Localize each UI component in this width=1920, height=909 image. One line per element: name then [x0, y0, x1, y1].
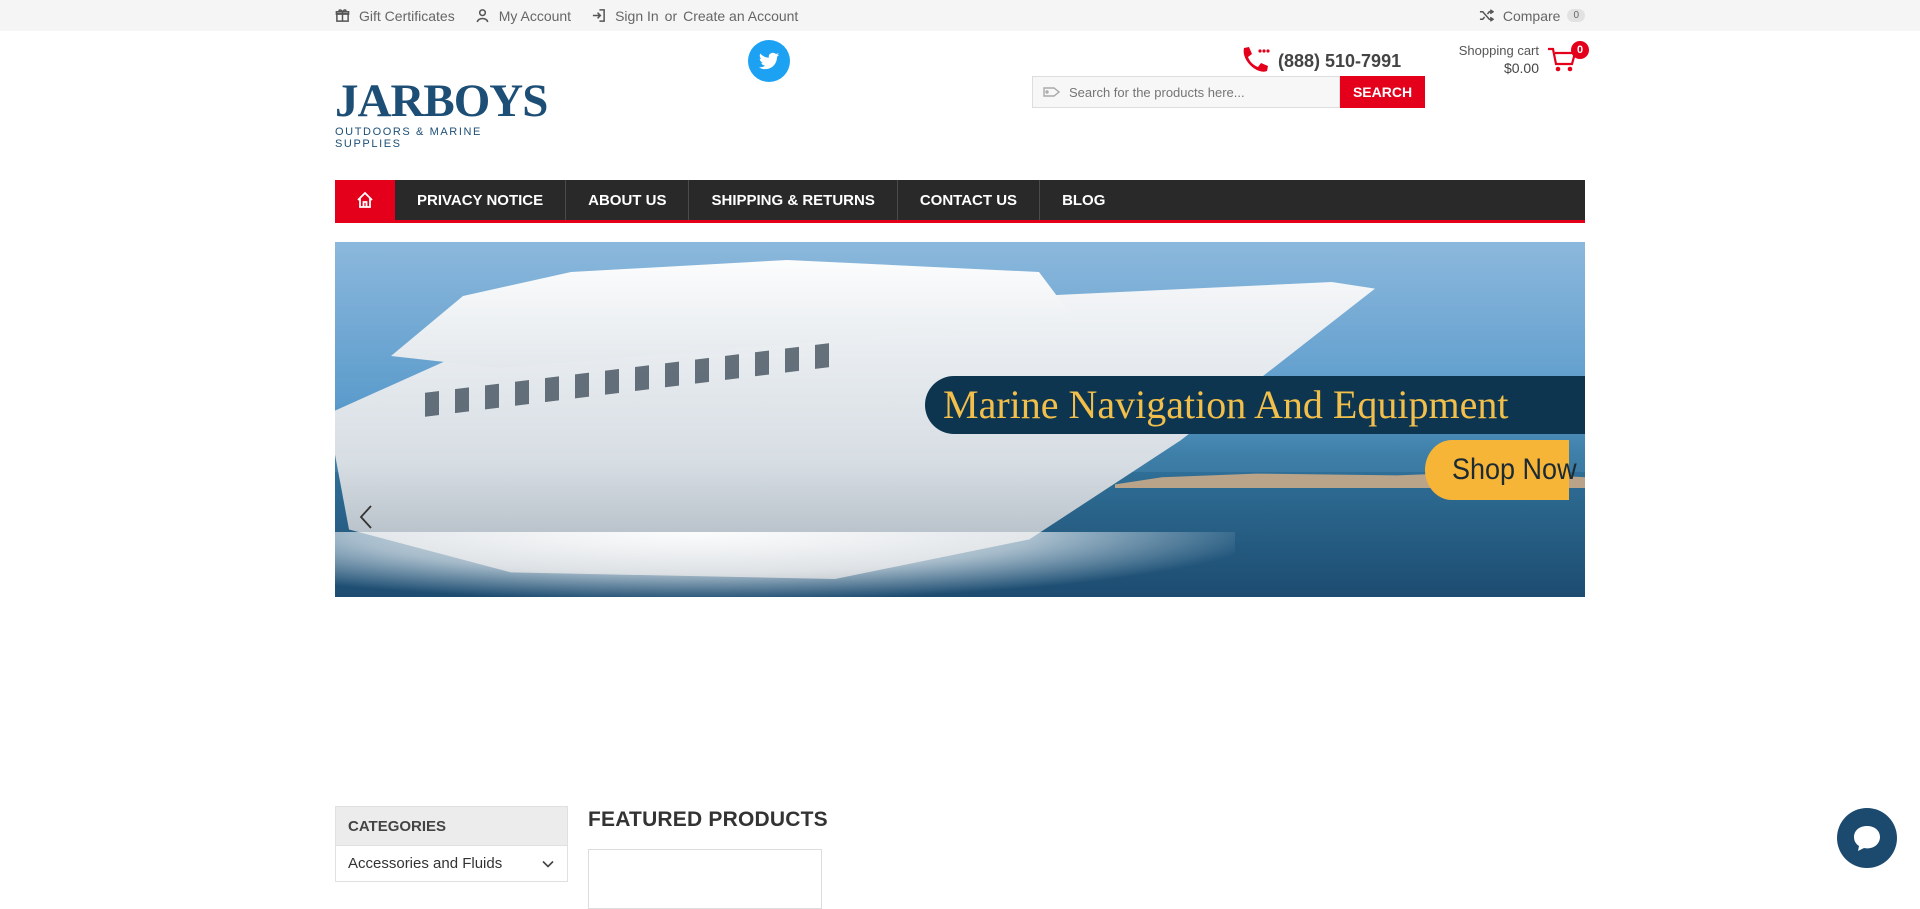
categories-heading: CATEGORIES [335, 806, 568, 846]
my-account-link[interactable]: My Account [475, 8, 571, 24]
gift-icon [335, 9, 350, 22]
phone-contact[interactable]: (888) 510-7991 [1238, 45, 1401, 77]
twitter-link[interactable] [748, 40, 790, 82]
twitter-icon [758, 52, 780, 70]
nav-item-blog[interactable]: BLOG [1040, 180, 1127, 220]
nav-item-contact-us[interactable]: CONTACT US [898, 180, 1041, 220]
logo-wordmark: JARBOYS [335, 75, 548, 127]
gift-certificates-label: Gift Certificates [359, 7, 455, 24]
search-input[interactable] [1069, 84, 1329, 100]
nav-home-button[interactable] [335, 180, 395, 220]
sign-in-group: Sign In or Create an Account [591, 8, 798, 24]
tag-icon [1043, 87, 1060, 97]
cart-total: $0.00 [1503, 60, 1539, 76]
user-icon [476, 9, 489, 23]
create-account-link[interactable]: Create an Account [683, 8, 798, 24]
product-card[interactable] [588, 849, 822, 909]
sign-in-icon [592, 9, 605, 22]
slider-prev-button[interactable] [357, 504, 377, 530]
banner-headline: Marine Navigation And Equipment [925, 376, 1585, 434]
nav-item-about-us[interactable]: ABOUT US [566, 180, 690, 220]
chat-bubble-icon [1854, 826, 1880, 851]
compare-link[interactable]: Compare 0 [1479, 0, 1585, 31]
banner-shop-now-button[interactable]: Shop Now [1425, 440, 1577, 500]
phone-icon [1243, 47, 1270, 72]
chevron-left-icon [359, 505, 372, 529]
my-account-label: My Account [498, 7, 572, 24]
banner-water-spray [335, 532, 1235, 597]
category-item-label: Accessories and Fluids [348, 855, 503, 872]
gift-certificates-link[interactable]: Gift Certificates [335, 8, 455, 24]
top-utility-bar-inner: Gift Certificates My Account Sign In or … [335, 0, 1585, 31]
search-button[interactable]: SEARCH [1340, 76, 1425, 108]
shuffle-icon [1479, 9, 1494, 22]
cart-count-badge: 0 [1571, 41, 1589, 59]
hero-banner-slider[interactable]: Marine Navigation And Equipment Shop Now [335, 242, 1585, 597]
compare-count-badge: 0 [1567, 9, 1585, 22]
categories-sidebar: CATEGORIES Accessories and Fluids [335, 806, 568, 882]
featured-products-heading: FEATURED PRODUCTS [588, 808, 828, 831]
category-item[interactable]: Accessories and Fluids [335, 846, 568, 882]
cart-label: Shopping cart [1458, 43, 1539, 58]
phone-number: (888) 510-7991 [1278, 50, 1402, 71]
nav-item-shipping-returns[interactable]: SHIPPING & RETURNS [689, 180, 898, 220]
top-utility-bar: Gift Certificates My Account Sign In or … [0, 0, 1920, 31]
main-navigation: PRIVACY NOTICE ABOUT US SHIPPING & RETUR… [335, 180, 1585, 223]
nav-item-privacy-notice[interactable]: PRIVACY NOTICE [395, 180, 567, 220]
store-logo[interactable]: JARBOYS OUTDOORS & MARINE SUPPLIES [335, 75, 551, 151]
shopping-cart[interactable]: Shopping cart $0.00 0 [1459, 40, 1589, 80]
compare-label: Compare [1502, 7, 1561, 24]
chevron-down-icon[interactable] [541, 857, 555, 871]
home-icon [357, 191, 373, 208]
sign-in-or-text: or [664, 7, 678, 24]
logo-tagline: OUTDOORS & MARINE SUPPLIES [335, 126, 482, 150]
sign-in-link[interactable]: Sign In [615, 8, 659, 24]
search-form: SEARCH [1032, 76, 1425, 108]
live-chat-button[interactable] [1837, 808, 1897, 868]
search-field-wrapper [1032, 76, 1340, 108]
